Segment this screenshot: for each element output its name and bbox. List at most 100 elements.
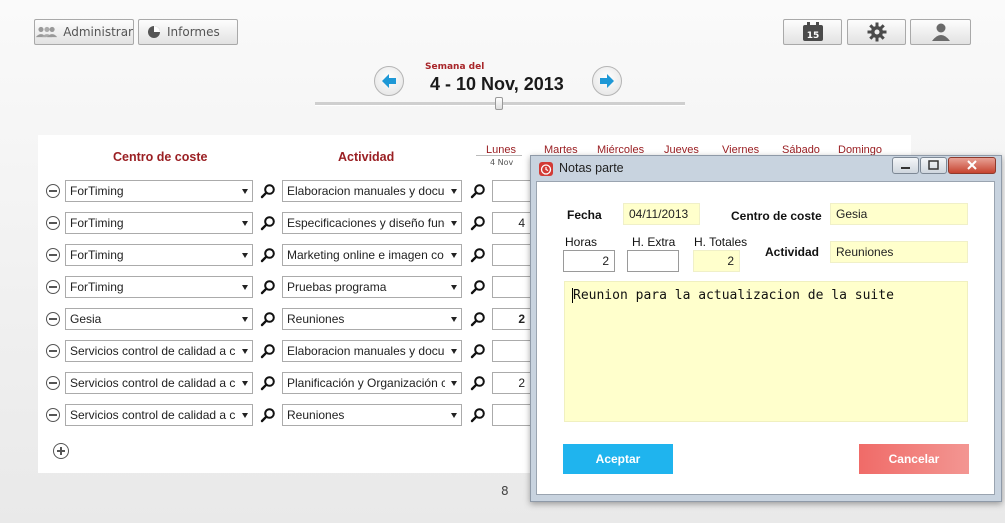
- chevron-down-icon: [451, 317, 457, 322]
- calendar-button[interactable]: 15: [783, 19, 842, 45]
- activity-select[interactable]: Planificación y Organización c: [282, 372, 462, 394]
- pie-chart-icon: [148, 26, 160, 38]
- search-cost-center-icon[interactable]: [260, 183, 276, 199]
- remove-row-button[interactable]: [46, 280, 60, 294]
- chevron-down-icon: [451, 413, 457, 418]
- hextra-field[interactable]: [627, 250, 679, 272]
- monday-hours-input[interactable]: 4: [492, 212, 532, 234]
- chevron-down-icon: [242, 221, 248, 226]
- cost-center-select[interactable]: Servicios control de calidad a c: [65, 340, 253, 362]
- fecha-label: Fecha: [567, 208, 602, 222]
- search-cost-center-icon[interactable]: [260, 375, 276, 391]
- user-icon: [931, 23, 950, 41]
- htotales-label: H. Totales: [694, 235, 748, 249]
- activity-select[interactable]: Elaboracion manuales y docu: [282, 340, 462, 362]
- activity-value: Reuniones: [287, 312, 345, 326]
- cost-center-value: Servicios control de calidad a c: [70, 376, 236, 390]
- activity-header: Actividad: [338, 150, 395, 164]
- monday-hours-input[interactable]: [492, 276, 532, 298]
- cost-center-select[interactable]: Servicios control de calidad a c: [65, 404, 253, 426]
- cost-center-header: Centro de coste: [113, 150, 208, 164]
- horas-field[interactable]: 2: [563, 250, 615, 272]
- monday-hours-input[interactable]: [492, 244, 532, 266]
- monday-hours-input[interactable]: 2: [492, 372, 532, 394]
- cost-center-select[interactable]: Gesia: [65, 308, 253, 330]
- activity-select[interactable]: Elaboracion manuales y docu: [282, 180, 462, 202]
- chevron-down-icon: [451, 349, 457, 354]
- chevron-down-icon: [451, 381, 457, 386]
- cost-center-select[interactable]: ForTiming: [65, 212, 253, 234]
- day-date-mon: 4 Nov: [490, 158, 514, 167]
- remove-row-button[interactable]: [46, 184, 60, 198]
- search-cost-center-icon[interactable]: [260, 247, 276, 263]
- remove-row-button[interactable]: [46, 408, 60, 422]
- arrow-right-icon: [600, 74, 614, 88]
- search-activity-icon[interactable]: [470, 279, 486, 295]
- reports-button[interactable]: Informes: [138, 19, 238, 45]
- add-row-button[interactable]: [53, 443, 69, 459]
- search-activity-icon[interactable]: [470, 183, 486, 199]
- remove-row-button[interactable]: [46, 376, 60, 390]
- cost-center-value: Servicios control de calidad a c: [70, 408, 236, 422]
- previous-week-button[interactable]: [374, 66, 404, 96]
- activity-value: Elaboracion manuales y docu: [287, 344, 445, 358]
- activity-select[interactable]: Reuniones: [282, 404, 462, 426]
- remove-row-button[interactable]: [46, 312, 60, 326]
- day-divider: [476, 155, 522, 156]
- week-slider-thumb[interactable]: [495, 97, 503, 110]
- activity-select[interactable]: Marketing online e imagen co: [282, 244, 462, 266]
- chevron-down-icon: [451, 221, 457, 226]
- search-activity-icon[interactable]: [470, 247, 486, 263]
- search-activity-icon[interactable]: [470, 375, 486, 391]
- user-button[interactable]: [910, 19, 971, 45]
- clock-app-icon: [539, 162, 553, 176]
- chevron-down-icon: [242, 189, 248, 194]
- cost-center-select[interactable]: Servicios control de calidad a c: [65, 372, 253, 394]
- activity-select[interactable]: Especificaciones y diseño func: [282, 212, 462, 234]
- note-text: Reunion para la actualizacion de la suit…: [572, 288, 894, 303]
- search-activity-icon[interactable]: [470, 343, 486, 359]
- monday-hours-input[interactable]: [492, 404, 532, 426]
- note-textarea[interactable]: Reunion para la actualizacion de la suit…: [564, 281, 968, 422]
- maximize-icon: [928, 160, 939, 170]
- search-cost-center-icon[interactable]: [260, 407, 276, 423]
- week-caption: Semana del: [425, 62, 485, 72]
- search-activity-icon[interactable]: [470, 215, 486, 231]
- remove-row-button[interactable]: [46, 216, 60, 230]
- settings-button[interactable]: [847, 19, 906, 45]
- search-activity-icon[interactable]: [470, 311, 486, 327]
- users-icon: [35, 26, 58, 38]
- minimize-button[interactable]: [892, 157, 919, 174]
- activity-select[interactable]: Reuniones: [282, 308, 462, 330]
- chevron-down-icon: [451, 189, 457, 194]
- activity-value: Pruebas programa: [287, 280, 387, 294]
- monday-hours-input[interactable]: [492, 180, 532, 202]
- horas-label: Horas: [565, 235, 598, 249]
- cost-center-value: Gesia: [70, 312, 102, 326]
- monday-hours-input[interactable]: 2: [492, 308, 532, 330]
- monday-hours-input[interactable]: [492, 340, 532, 362]
- admin-button[interactable]: Administrar: [34, 19, 134, 45]
- cost-center-select[interactable]: ForTiming: [65, 180, 253, 202]
- maximize-button[interactable]: [920, 157, 947, 174]
- remove-row-button[interactable]: [46, 344, 60, 358]
- activity-value: Especificaciones y diseño func: [287, 216, 445, 230]
- close-button[interactable]: [948, 157, 996, 174]
- svg-text:15: 15: [806, 31, 819, 41]
- search-activity-icon[interactable]: [470, 407, 486, 423]
- week-range: 4 - 10 Nov, 2013: [430, 74, 564, 94]
- search-cost-center-icon[interactable]: [260, 343, 276, 359]
- activity-select[interactable]: Pruebas programa: [282, 276, 462, 298]
- search-cost-center-icon[interactable]: [260, 279, 276, 295]
- next-week-button[interactable]: [592, 66, 622, 96]
- cancel-button[interactable]: Cancelar: [859, 444, 969, 474]
- calendar-icon: 15: [802, 22, 823, 41]
- cost-center-select[interactable]: ForTiming: [65, 276, 253, 298]
- cost-center-select[interactable]: ForTiming: [65, 244, 253, 266]
- accept-button[interactable]: Aceptar: [563, 444, 673, 474]
- search-cost-center-icon[interactable]: [260, 311, 276, 327]
- remove-row-button[interactable]: [46, 248, 60, 262]
- admin-label: Administrar: [63, 25, 133, 39]
- search-cost-center-icon[interactable]: [260, 215, 276, 231]
- cost-center-value: ForTiming: [70, 184, 124, 198]
